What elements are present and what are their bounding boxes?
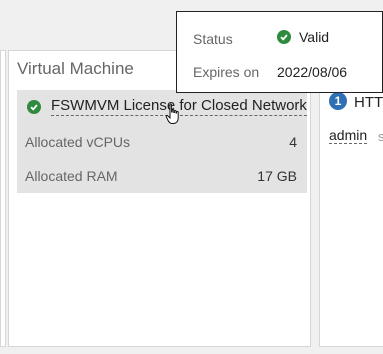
status-value: Valid (277, 29, 329, 45)
virtual-machine-panel: Virtual Machine FSWMVM License for Close… (8, 50, 311, 347)
status-text: Valid (299, 29, 330, 45)
spec-label: Allocated vCPUs (25, 134, 131, 150)
hand-cursor-icon (165, 103, 181, 130)
spec-label: Allocated RAM (25, 168, 118, 184)
check-circle-icon (277, 30, 291, 44)
left-panel-edge (0, 50, 6, 347)
admin-link[interactable]: admin (329, 127, 368, 144)
license-card: FSWMVM License for Closed Network Alloca… (17, 90, 307, 193)
check-circle-icon (27, 99, 41, 114)
status-label: Status (193, 31, 233, 47)
expires-label: Expires on (193, 64, 260, 80)
spec-value: 4 (289, 134, 297, 150)
expires-value: 2022/08/06 (277, 64, 348, 80)
extra-text-fragment: s (378, 129, 383, 144)
spec-value: 17 GB (257, 168, 297, 184)
protocol-heading: HTT (354, 94, 383, 111)
panel-title: Virtual Machine (17, 59, 134, 78)
right-panel: mi 1 HTT admin s (319, 50, 383, 347)
step-badge: 1 (329, 92, 347, 110)
license-tooltip: Status Valid Expires on 2022/08/06 (176, 11, 383, 93)
spec-row-ram: Allocated RAM 17 GB (25, 168, 297, 184)
spec-row-vcpus: Allocated vCPUs 4 (25, 134, 297, 150)
